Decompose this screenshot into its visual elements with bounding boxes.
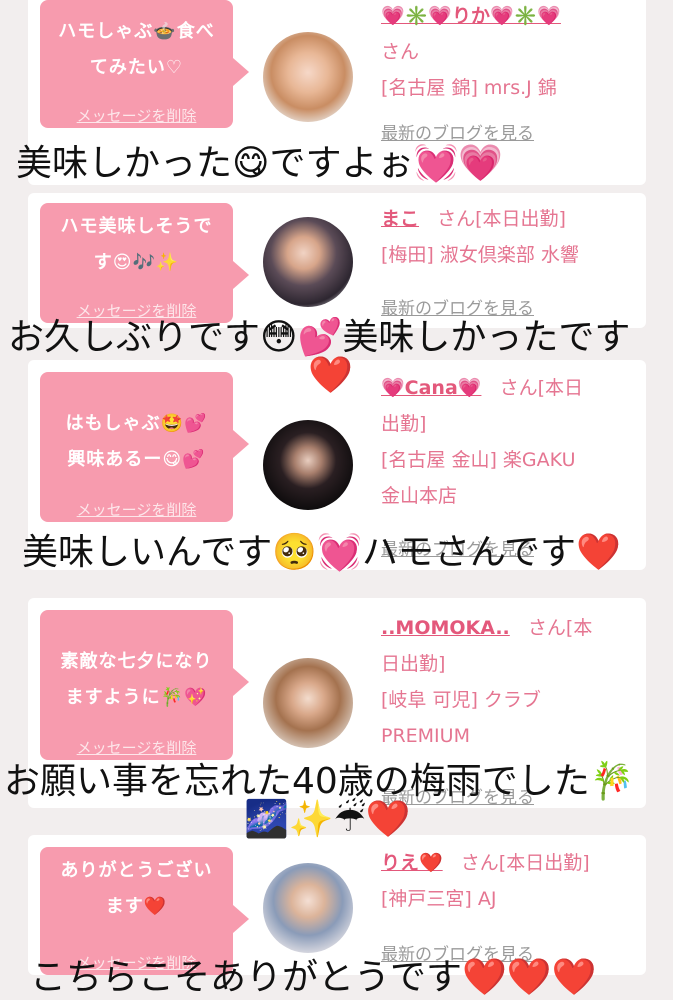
sender-name-link[interactable]: りえ❤️: [381, 852, 443, 874]
sender-status: さん[本日出勤]: [437, 208, 566, 230]
avatar[interactable]: [263, 420, 353, 510]
message-bubble: はもしゃぶ🤩💕 興味あるー😋💕 メッセージを削除: [40, 372, 249, 522]
caption-5: こちらこそありがとうです❤️❤️❤️: [30, 957, 597, 998]
bubble-text: ありがとうござい ます❤️: [60, 860, 213, 917]
avatar[interactable]: [263, 217, 353, 307]
bubble-text: 素敵な七夕になり ますように🎋💖: [60, 651, 213, 708]
sender-status: さん[本日: [499, 377, 583, 399]
sender-info: ..MOMOKA.. さん[本 日出勤] [岐阜 可児] クラブ PREMIUM…: [381, 610, 631, 808]
caption-4: お願い事を忘れた40歳の梅雨でした🎋: [4, 761, 635, 802]
caption-2-cont: ❤️: [308, 355, 353, 396]
bubble-text: ハモ美味しそうで す😍🎶✨: [60, 216, 213, 273]
message-bubble: ハモしゃぶ🍲食べ てみたい♡ メッセージを削除: [40, 0, 249, 128]
delete-message-link[interactable]: メッセージを削除: [40, 499, 233, 520]
caption-4-cont: 🌌✨☔❤️: [244, 799, 411, 840]
message-bubble: 素敵な七夕になり ますように🎋💖 メッセージを削除: [40, 610, 249, 760]
bubble-text: ハモしゃぶ🍲食べ てみたい♡: [58, 21, 215, 78]
caption-1: 美味しかった😋ですよぉ💓💗: [16, 143, 504, 184]
sender-shop[interactable]: [名古屋 金山] 楽GAKU: [381, 442, 631, 478]
sender-shop[interactable]: [梅田] 淑女倶楽部 水響: [381, 237, 631, 273]
delete-message-link[interactable]: メッセージを削除: [40, 105, 233, 126]
sender-shop-cont[interactable]: PREMIUM: [381, 718, 631, 754]
avatar[interactable]: [263, 658, 353, 748]
sender-info: まこ さん[本日出勤] [梅田] 淑女倶楽部 水響 最新のブログを見る: [381, 201, 631, 319]
sender-shop[interactable]: [名古屋 錦] mrs.J 錦: [381, 70, 631, 106]
sender-status-cont: 日出勤]: [381, 653, 446, 675]
sender-name-link[interactable]: 💗✳️💗りか💗✳️💗: [381, 5, 561, 27]
avatar[interactable]: [263, 32, 353, 122]
sender-status-cont: 出勤]: [381, 413, 427, 435]
sender-shop[interactable]: [岐阜 可児] クラブ: [381, 682, 631, 718]
sender-info: 💗Cana💗 さん[本日 出勤] [名古屋 金山] 楽GAKU 金山本店 最新の…: [381, 370, 631, 560]
sender-name-link[interactable]: まこ: [381, 208, 419, 230]
sender-shop[interactable]: [神戸三宮] AJ: [381, 881, 631, 917]
sender-name-link[interactable]: 💗Cana💗: [381, 377, 481, 399]
sender-shop-cont[interactable]: 金山本店: [381, 478, 631, 514]
caption-3: 美味しいんです🥺💓ハモさんです❤️: [22, 532, 621, 573]
caption-2: お久しぶりです😳💕美味しかったです: [8, 317, 631, 358]
message-bubble: ハモ美味しそうで す😍🎶✨ メッセージを削除: [40, 203, 249, 323]
sender-status: さん[本: [527, 617, 593, 639]
sender-status: さん[本日出勤]: [460, 852, 590, 874]
sender-name-link[interactable]: ..MOMOKA..: [381, 617, 510, 639]
sender-info: りえ❤️ さん[本日出勤] [神戸三宮] AJ 最新のブログを見る: [381, 845, 631, 965]
sender-info: 💗✳️💗りか💗✳️💗 さん [名古屋 錦] mrs.J 錦 最新のブログを見る: [381, 0, 631, 144]
avatar[interactable]: [263, 863, 353, 953]
bubble-text: はもしゃぶ🤩💕 興味あるー😋💕: [65, 413, 208, 470]
san-label: さん: [381, 41, 420, 63]
